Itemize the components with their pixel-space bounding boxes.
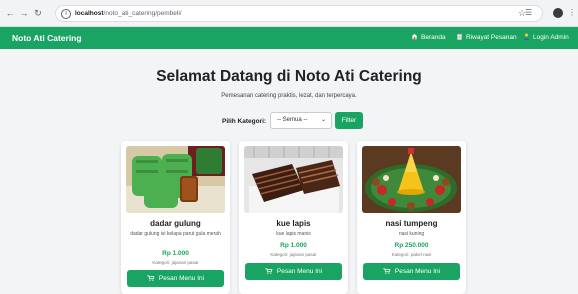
home-icon	[411, 33, 418, 40]
menu-image-nasi-tumpeng	[362, 146, 461, 213]
menu-image-kue-lapis	[244, 146, 343, 213]
site-info-icon[interactable]: i	[61, 9, 71, 19]
address-bar[interactable]: i localhost/noto_ati_catering/pembeli/ ☆	[55, 5, 543, 22]
nav-link-label: Login Admin	[533, 34, 569, 41]
back-icon[interactable]: ←	[4, 7, 16, 19]
navbar-brand[interactable]: Noto Ati Catering	[12, 32, 82, 44]
nav-link-beranda[interactable]: Beranda	[411, 33, 446, 43]
category-select-value: -- Semua --	[277, 117, 308, 123]
navbar: Noto Ati Catering Beranda Riwayat Pesana…	[0, 27, 578, 49]
cart-icon	[383, 268, 391, 274]
menu-category: Kategori: jajanan pasar	[270, 252, 317, 257]
clipboard-icon	[457, 33, 462, 40]
filter-button[interactable]: Filter	[335, 112, 363, 129]
admin-icon	[523, 33, 530, 40]
order-button-dadar-gulung[interactable]: Pesan Menu Ini	[127, 270, 224, 287]
order-button-label: Pesan Menu Ini	[276, 268, 323, 275]
url-text: localhost/noto_ati_catering/pembeli/	[75, 10, 182, 17]
page-subtitle: Pemesanan catering praktis, lezat, dan t…	[221, 93, 357, 99]
menu-name: nasi tumpeng	[385, 219, 438, 228]
menu-category: Kategori: paket nasi	[391, 252, 432, 257]
order-button-nasi-tumpeng[interactable]: Pesan Menu Ini	[363, 263, 460, 280]
menu-price: Rp 1.000	[162, 250, 189, 257]
browser-toolbar: ← → ↻ i localhost/noto_ati_catering/pemb…	[0, 0, 578, 27]
menu-price: Rp 1.000	[280, 242, 307, 249]
menu-kebab-icon[interactable]: ⋮	[568, 7, 576, 19]
menu-card-nasi-tumpeng: nasi tumpeng nasi kuning Rp 250.000 Kate…	[357, 141, 466, 294]
menu-description: nasi kuning	[398, 231, 425, 237]
cart-icon	[265, 268, 273, 274]
order-button-kue-lapis[interactable]: Pesan Menu Ini	[245, 263, 342, 280]
menu-description: dadar gulung isi kelapa parut gula merah	[130, 231, 221, 237]
nav-link-riwayat-pesanan[interactable]: Riwayat Pesanan	[456, 33, 517, 43]
order-button-label: Pesan Menu Ini	[158, 275, 205, 282]
extensions-icon[interactable]: ☰	[525, 7, 532, 19]
menu-card-kue-lapis: kue lapis kue lapis manis Rp 1.000 Kateg…	[239, 141, 348, 294]
menu-image-dadar-gulung	[126, 146, 225, 213]
menu-category: Kategori: jajanan pasar	[152, 260, 199, 265]
profile-avatar[interactable]	[553, 8, 563, 18]
menu-card-dadar-gulung: dadar gulung dadar gulung isi kelapa par…	[121, 141, 230, 294]
menu-description: kue lapis manis	[276, 231, 311, 237]
order-button-label: Pesan Menu Ini	[394, 268, 441, 275]
chevron-down-icon: ⌄	[320, 117, 326, 123]
forward-icon[interactable]: →	[18, 7, 30, 19]
main-content: Selamat Datang di Noto Ati Catering Peme…	[0, 49, 578, 294]
menu-name: kue lapis	[276, 219, 311, 228]
reload-icon[interactable]: ↻	[32, 7, 44, 19]
category-select[interactable]: -- Semua -- ⌄	[270, 112, 332, 129]
menu-price: Rp 250.000	[394, 242, 429, 249]
menu-name: dadar gulung	[150, 219, 201, 228]
cart-icon	[147, 275, 155, 281]
category-filter-label: Pilih Kategori:	[222, 118, 267, 125]
nav-link-login-admin[interactable]: Login Admin	[523, 33, 569, 43]
nav-link-label: Beranda	[421, 34, 446, 41]
page-title: Selamat Datang di Noto Ati Catering	[156, 68, 422, 85]
nav-link-label: Riwayat Pesanan	[466, 34, 517, 41]
